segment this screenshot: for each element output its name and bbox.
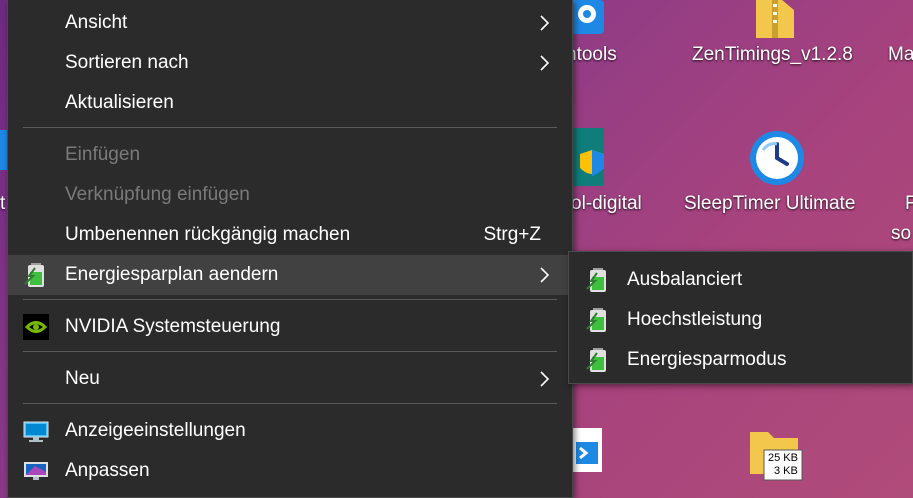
menu-item-label: Energiesparplan aendern	[65, 264, 279, 285]
desktop-context-menu: Ansicht Sortieren nach Aktualisieren Ein…	[7, 0, 573, 498]
menu-item-verknuepfung-einfuegen: Verknüpfung einfügen	[8, 175, 572, 215]
shield-icon	[574, 128, 604, 186]
foldersize-badge-line1: 25 KB	[768, 452, 798, 464]
personalize-icon	[24, 462, 48, 480]
left-partial-icon[interactable]	[0, 130, 7, 170]
menu-item-label: Umbenennen rückgängig machen	[65, 224, 351, 245]
menu-item-anpassen[interactable]: Anpassen	[8, 451, 572, 491]
gear-icon	[570, 0, 604, 34]
tool-digital-icon[interactable]	[574, 128, 610, 188]
desktop-icon-label-partial-left: t	[0, 193, 6, 214]
menu-item-energiesparplan-aendern[interactable]: Energiesparplan aendern	[8, 255, 572, 295]
submenu-item-ausbalanciert[interactable]: Ausbalanciert	[569, 260, 912, 300]
menu-item-sortieren-nach[interactable]: Sortieren nach	[8, 43, 572, 83]
desktop-icon-label-partial-f: F	[905, 193, 913, 214]
menu-item-shortcut: Strg+Z	[483, 224, 541, 245]
menu-item-ansicht[interactable]: Ansicht	[8, 3, 572, 43]
chevron-right-icon	[540, 55, 550, 71]
submenu-item-label: Energiesparmodus	[627, 349, 787, 370]
submenu-item-energiesparmodus[interactable]: Energiesparmodus	[569, 340, 912, 380]
menu-item-label: Verknüpfung einfügen	[65, 184, 250, 205]
submenu-item-label: Hoechstleistung	[627, 309, 763, 330]
battery-icon	[586, 348, 606, 372]
chevron-right-icon	[540, 15, 550, 31]
menu-item-label: Sortieren nach	[65, 52, 189, 73]
desktop-icon-label-zentimings: ZenTimings_v1.2.8	[692, 44, 853, 65]
desktop-icon-label-sleeptimer: SleepTimer Ultimate	[684, 193, 856, 214]
nvidia-icon	[23, 314, 49, 340]
menu-item-label: Einfügen	[65, 144, 141, 165]
menu-item-anzeigeeinstellungen[interactable]: Anzeigeeinstellungen	[8, 411, 572, 451]
desktop-icon-label-devtools: ntools	[566, 44, 617, 65]
menu-item-nvidia-systemsteuerung[interactable]: NVIDIA Systemsteuerung	[8, 307, 572, 347]
menu-item-label: Ansicht	[65, 12, 128, 33]
menu-separator	[23, 403, 557, 404]
zip-folder-icon	[756, 0, 794, 38]
energiesparplan-submenu: Ausbalanciert Hoechstleistung Energiespa…	[568, 251, 913, 384]
menu-item-umbenennen-rueckgaengig[interactable]: Umbenennen rückgängig machen Strg+Z	[8, 215, 572, 255]
desktop-icon-label-tool-digital: ol-digital	[571, 193, 642, 214]
display-settings-icon	[23, 421, 49, 442]
battery-icon	[586, 308, 606, 332]
chevron-right-icon	[540, 267, 550, 283]
menu-item-einfuegen: Einfügen	[8, 135, 572, 175]
menu-item-label: Anpassen	[65, 460, 150, 481]
menu-separator	[23, 351, 557, 352]
menu-item-label: Anzeigeeinstellungen	[65, 420, 246, 441]
battery-icon	[586, 268, 606, 292]
menu-item-label: Aktualisieren	[65, 92, 174, 113]
foldersize-icon[interactable]: 25 KB 3 KB	[748, 424, 804, 482]
menu-separator	[23, 299, 557, 300]
foldersize-badge-line2: 3 KB	[774, 465, 798, 477]
devtools-icon[interactable]	[570, 0, 610, 40]
chevron-right-icon	[540, 371, 550, 387]
menu-item-aktualisieren[interactable]: Aktualisieren	[8, 83, 572, 123]
menu-separator	[23, 127, 557, 128]
zentimings-file-icon[interactable]	[752, 0, 798, 40]
sleeptimer-icon[interactable]	[749, 130, 805, 186]
battery-icon	[24, 263, 44, 287]
desktop-icon-label-partial-ma: Ma	[888, 44, 913, 65]
w11-net-icon[interactable]	[572, 428, 606, 478]
menu-item-label: Neu	[65, 368, 100, 389]
clock-icon	[750, 131, 804, 185]
terminal-icon	[572, 428, 602, 472]
submenu-item-label: Ausbalanciert	[627, 269, 743, 290]
submenu-item-hoechstleistung[interactable]: Hoechstleistung	[569, 300, 912, 340]
menu-item-neu[interactable]: Neu	[8, 359, 572, 399]
menu-item-label: NVIDIA Systemsteuerung	[65, 316, 281, 337]
desktop-icon-label-partial-so: so	[891, 223, 912, 244]
